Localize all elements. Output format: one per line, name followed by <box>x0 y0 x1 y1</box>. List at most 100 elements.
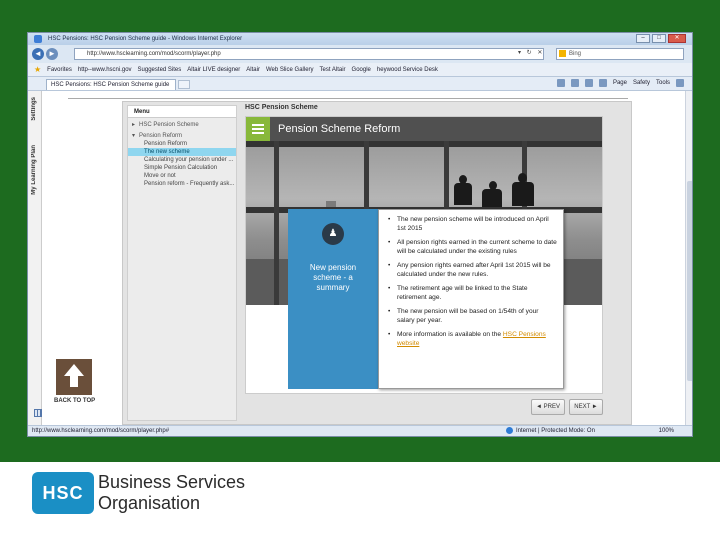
menu-item[interactable]: Calculating your pension under ... <box>128 156 236 164</box>
menu-item[interactable]: Simple Pension Calculation <box>128 164 236 172</box>
hsc-logo: HSC <box>32 472 94 514</box>
status-url: http://www.hsclearning.com/mod/scorm/pla… <box>32 428 170 434</box>
bullet-text: More information is available on the <box>397 331 503 338</box>
menu-item-label: The new scheme <box>144 149 190 155</box>
forward-arrow-icon[interactable]: ► <box>46 48 58 60</box>
address-input[interactable]: http://www.hsclearning.com/mod/scorm/pla… <box>74 48 544 60</box>
zoom-level[interactable]: 100% <box>659 426 674 436</box>
tab-my-learning-plan[interactable]: My Learning Plan <box>31 145 37 195</box>
mail-icon[interactable] <box>584 79 593 87</box>
menu-item[interactable]: ▾ Pension Reform <box>128 132 236 140</box>
search-placeholder: Bing <box>569 51 582 57</box>
window-titlebar: HSC Pensions: HSC Pension Scheme guide -… <box>28 33 692 45</box>
refresh-stop-icons[interactable]: ▾ ↻ ✕ <box>518 49 544 56</box>
menu-title: Menu <box>128 106 236 118</box>
slide-title: Pension Scheme Reform <box>278 123 401 135</box>
bullet-item: Any pension rights earned after April 1s… <box>387 262 557 279</box>
course-title: HSC Pension Scheme <box>245 104 318 111</box>
course-main: HSC Pension Scheme Pension Scheme Reform <box>241 102 631 424</box>
slide: Pension Scheme Reform ♟ New pension sche… <box>245 116 603 394</box>
browser-window: HSC Pensions: HSC Pension Scheme guide -… <box>27 32 693 437</box>
window-controls: – □ ✕ <box>636 34 686 43</box>
favorite-link[interactable]: heywood Service Desk <box>377 67 438 73</box>
organisation-name: Business Services Organisation <box>98 472 245 514</box>
divider <box>68 98 628 99</box>
zone-text: Internet | Protected Mode: On <box>516 428 595 434</box>
help-icon[interactable] <box>676 79 684 87</box>
summary-text: New pension scheme - a summary <box>309 263 357 292</box>
grid-icon[interactable] <box>34 409 42 417</box>
home-icon[interactable] <box>556 79 565 87</box>
menu-item[interactable]: Move or not <box>128 172 236 180</box>
safety-menu[interactable]: Safety <box>633 80 650 86</box>
menu-item-label: Move or not <box>144 173 176 179</box>
close-button[interactable]: ✕ <box>668 34 686 43</box>
address-row: ◄ ► http://www.hsclearning.com/mod/scorm… <box>28 45 692 63</box>
tools-menu[interactable]: Tools <box>656 80 670 86</box>
security-zone: Internet | Protected Mode: On <box>506 426 595 436</box>
ie-icon <box>34 35 42 43</box>
scorm-player: Menu ▸ HSC Pension Scheme ▾ Pension Reform P… <box>122 101 632 425</box>
menu-item-label: Pension reform - Frequently ask... <box>144 181 235 187</box>
person-icon: ♟ <box>322 223 344 245</box>
browser-tab[interactable]: HSC Pensions: HSC Pension Scheme guide <box>46 79 176 90</box>
favorite-link[interactable]: Altair <box>246 67 260 73</box>
window-title: HSC Pensions: HSC Pension Scheme guide -… <box>48 36 243 42</box>
back-to-top-button[interactable] <box>56 359 92 395</box>
chevron-right-icon: ▸ <box>132 122 136 128</box>
menu-item-label: Pension Reform <box>144 141 188 147</box>
tab-row: HSC Pensions: HSC Pension Scheme guide P… <box>28 77 692 91</box>
org-line-1: Business Services <box>98 472 246 492</box>
vertical-scrollbar[interactable] <box>685 91 692 425</box>
menu-item-label: Simple Pension Calculation <box>144 165 218 171</box>
print-icon[interactable] <box>598 79 607 87</box>
favorite-link[interactable]: http--www.hscni.gov <box>78 67 132 73</box>
maximize-button[interactable]: □ <box>652 34 666 43</box>
menu-item[interactable]: ▸ HSC Pension Scheme <box>128 121 236 129</box>
command-bar: Page Safety Tools <box>556 79 684 87</box>
bing-icon <box>559 50 566 57</box>
favorite-link[interactable]: Web Slice Gallery <box>266 67 314 73</box>
bullet-item: The retirement age will be linked to the… <box>387 285 557 302</box>
menu-item[interactable]: Pension Reform <box>128 140 236 148</box>
search-input[interactable]: Bing <box>556 48 684 60</box>
menu-item-label: HSC Pension Scheme <box>139 122 199 128</box>
favorites-bar: ★ Favorites http--www.hscni.gov Suggeste… <box>28 63 692 77</box>
new-tab-button[interactable] <box>178 80 190 89</box>
menu-item-label: Pension Reform <box>139 133 183 139</box>
slide-header: Pension Scheme Reform <box>246 117 602 141</box>
feeds-icon[interactable] <box>570 79 579 87</box>
favorite-link[interactable]: Google <box>352 67 371 73</box>
favorite-link[interactable]: Test Altair <box>320 67 346 73</box>
menu-item[interactable]: The new scheme <box>128 148 236 156</box>
favorite-link[interactable]: Suggested Sites <box>138 67 182 73</box>
prev-button[interactable]: ◄ PREV <box>531 399 565 415</box>
course-menu: Menu ▸ HSC Pension Scheme ▾ Pension Reform P… <box>127 105 237 421</box>
scroll-thumb[interactable] <box>687 181 692 381</box>
menu-item[interactable]: Pension reform - Frequently ask... <box>128 180 236 188</box>
chevron-down-icon: ▾ <box>132 133 136 139</box>
bullet-item: More information is available on the HSC… <box>387 331 557 348</box>
menu-hamburger-icon[interactable] <box>246 117 270 141</box>
tab-settings[interactable]: Settings <box>31 97 37 121</box>
org-line-2: Organisation <box>98 493 201 513</box>
page-content: Settings My Learning Plan Menu ▸ HSC Pens… <box>28 91 692 425</box>
minimize-button[interactable]: – <box>636 34 650 43</box>
status-bar: http://www.hsclearning.com/mod/scorm/pla… <box>28 425 692 436</box>
bullet-item: The new pension scheme will be introduce… <box>387 216 557 233</box>
page-menu[interactable]: Page <box>613 80 627 86</box>
menu-list: ▸ HSC Pension Scheme ▾ Pension Reform Pensio… <box>128 121 236 188</box>
back-arrow-icon[interactable]: ◄ <box>32 48 44 60</box>
menu-item-label: Calculating your pension under ... <box>144 157 234 163</box>
bullet-item: The new pension will be based on 1/54th … <box>387 308 557 325</box>
back-to-top-label: BACK TO TOP <box>54 398 96 404</box>
favorites-star-icon[interactable]: ★ <box>34 65 41 74</box>
bullet-item: All pension rights earned in the current… <box>387 239 557 256</box>
next-button[interactable]: NEXT ► <box>569 399 603 415</box>
summary-panel: ♟ New pension scheme - a summary <box>288 209 378 389</box>
favorites-button[interactable]: Favorites <box>47 67 72 73</box>
slide-navigation: ◄ PREV NEXT ► <box>531 399 603 415</box>
favorite-link[interactable]: Altair LIVE designer <box>187 67 240 73</box>
sidebar-strip: Settings My Learning Plan <box>28 91 42 425</box>
globe-icon <box>506 426 513 434</box>
